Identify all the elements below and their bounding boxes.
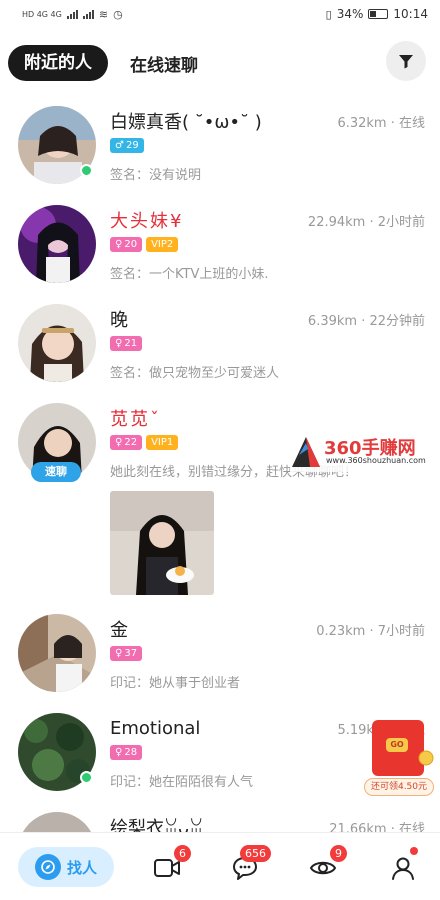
compass-icon [34,854,61,880]
user-signature: 签名：一个KTV上班的小妹. [110,267,269,282]
network-label: HD 4G 4G [22,9,62,19]
online-indicator [80,771,93,784]
user-distance: 21.66km · 在线 [329,821,425,833]
female-icon: ♀ [115,437,123,448]
person-icon [392,857,414,880]
nav-video[interactable]: 6 [152,845,191,883]
wifi-icon: ≋ [98,7,109,21]
nav-profile[interactable] [388,847,418,883]
gender-age-badge: ♀ 20 [110,237,143,252]
tab-online-chat[interactable]: 在线速聊 [130,51,198,76]
coin-icon [418,750,434,766]
user-name: 苋苋ˇ [110,409,161,430]
watermark: 360手赚网 www.360shouzhuan.com [290,432,430,472]
online-indicator [80,164,93,177]
battery-icon [368,9,389,19]
user-name: 晚 [110,310,128,331]
user-distance: 6.32km · 在线 [337,115,425,131]
list-item[interactable]: 晚 6.39km · 22分钟前 ♀ 21 签名：做只宠物至少可爱迷人 [0,296,440,395]
message-badge: 656 [240,845,271,862]
avatar[interactable] [18,205,96,283]
tab-nearby[interactable]: 附近的人 [8,45,108,81]
user-name: 大头妹¥ [110,211,184,232]
vip-badge: VIP1 [146,435,179,450]
nav-find-label: 找人 [66,858,97,877]
user-signature: 印记：她从事于创业者 [110,676,241,691]
gender-age-badge: ♀ 21 [110,336,143,351]
status-right: ▯ 34% 10:14 [326,7,428,21]
battery-percent: 34% [336,7,364,21]
status-bar: HD 4G 4G ≋ ◷ ▯ 34% 10:14 [0,0,440,28]
red-envelope-widget[interactable]: GO 还可领4.50元 [364,720,434,800]
gender-age-badge: ♂ 29 [110,138,144,153]
nav-visitors[interactable]: 9 [308,845,347,883]
nav-messages[interactable]: 656 [230,845,271,883]
male-icon: ♂ [115,140,124,151]
user-name: 绘梨衣ꈍᴗꈍ [110,818,204,832]
female-icon: ♀ [115,648,123,659]
user-name: 金 [110,620,128,641]
user-signature: 签名：没有说明 [110,168,202,183]
vibrate-icon: ▯ [325,7,332,21]
list-item[interactable]: 金 0.23km · 7小时前 ♀ 37 印记：她从事于创业者 [0,606,440,705]
list-item[interactable]: 绘梨衣ꈍᴗꈍ 21.66km · 在线 [0,804,440,832]
nav-find-people[interactable]: 找人 [18,847,114,887]
watermark-logo-icon [292,437,320,467]
gender-age-badge: ♀ 37 [110,646,143,661]
user-name: 白嫖真香( ˘•ω•˘ ) [110,112,262,133]
list-item[interactable]: 白嫖真香( ˘•ω•˘ ) 6.32km · 在线 ♂ 29 签名：没有说明 [0,98,440,197]
filter-icon [399,55,413,69]
clock: 10:14 [393,7,428,21]
user-distance: 22.94km · 2小时前 [307,214,425,230]
video-badge: 6 [174,845,191,862]
envelope-go: GO [386,738,408,752]
bottom-nav: 找人 6 656 9 [0,832,440,900]
gender-age-badge: ♀ 22 [110,435,143,450]
gender-age-badge: ♀ 28 [110,745,143,760]
alarm-icon: ◷ [113,7,123,21]
avatar[interactable] [18,614,96,692]
red-envelope-icon[interactable]: GO [372,720,424,776]
user-signature: 签名：做只宠物至少可爱迷人 [110,366,280,381]
user-name: Emotional [110,717,201,739]
female-icon: ♀ [115,239,123,250]
avatar[interactable] [18,812,96,832]
user-photo[interactable] [110,491,214,595]
user-distance: 0.23km · 7小时前 [316,623,425,639]
watermark-url: www.360shouzhuan.com [326,456,426,465]
profile-dot [410,847,418,855]
female-icon: ♀ [115,338,123,349]
signal-icon [66,9,78,19]
envelope-label[interactable]: 还可领4.50元 [364,778,434,796]
filter-button[interactable] [386,41,426,81]
vip-badge: VIP2 [146,237,179,252]
status-left: HD 4G 4G ≋ ◷ [22,8,123,21]
list-item[interactable]: 速聊 苋苋ˇ ♀ 22 VIP1 她此刻在线，别错过缘分，赶快来聊聊吧！ [0,395,440,606]
visitors-badge: 9 [330,845,347,862]
avatar[interactable] [18,304,96,382]
user-distance: 6.39km · 22分钟前 [307,313,425,329]
speed-chat-badge[interactable]: 速聊 [31,462,81,482]
signal-icon-2 [82,9,94,19]
top-tabs: 附近的人 在线速聊 [0,28,440,98]
list-item[interactable]: 大头妹¥ 22.94km · 2小时前 ♀ 20 VIP2 签名：一个KTV上班的… [0,197,440,296]
female-icon: ♀ [115,747,123,758]
